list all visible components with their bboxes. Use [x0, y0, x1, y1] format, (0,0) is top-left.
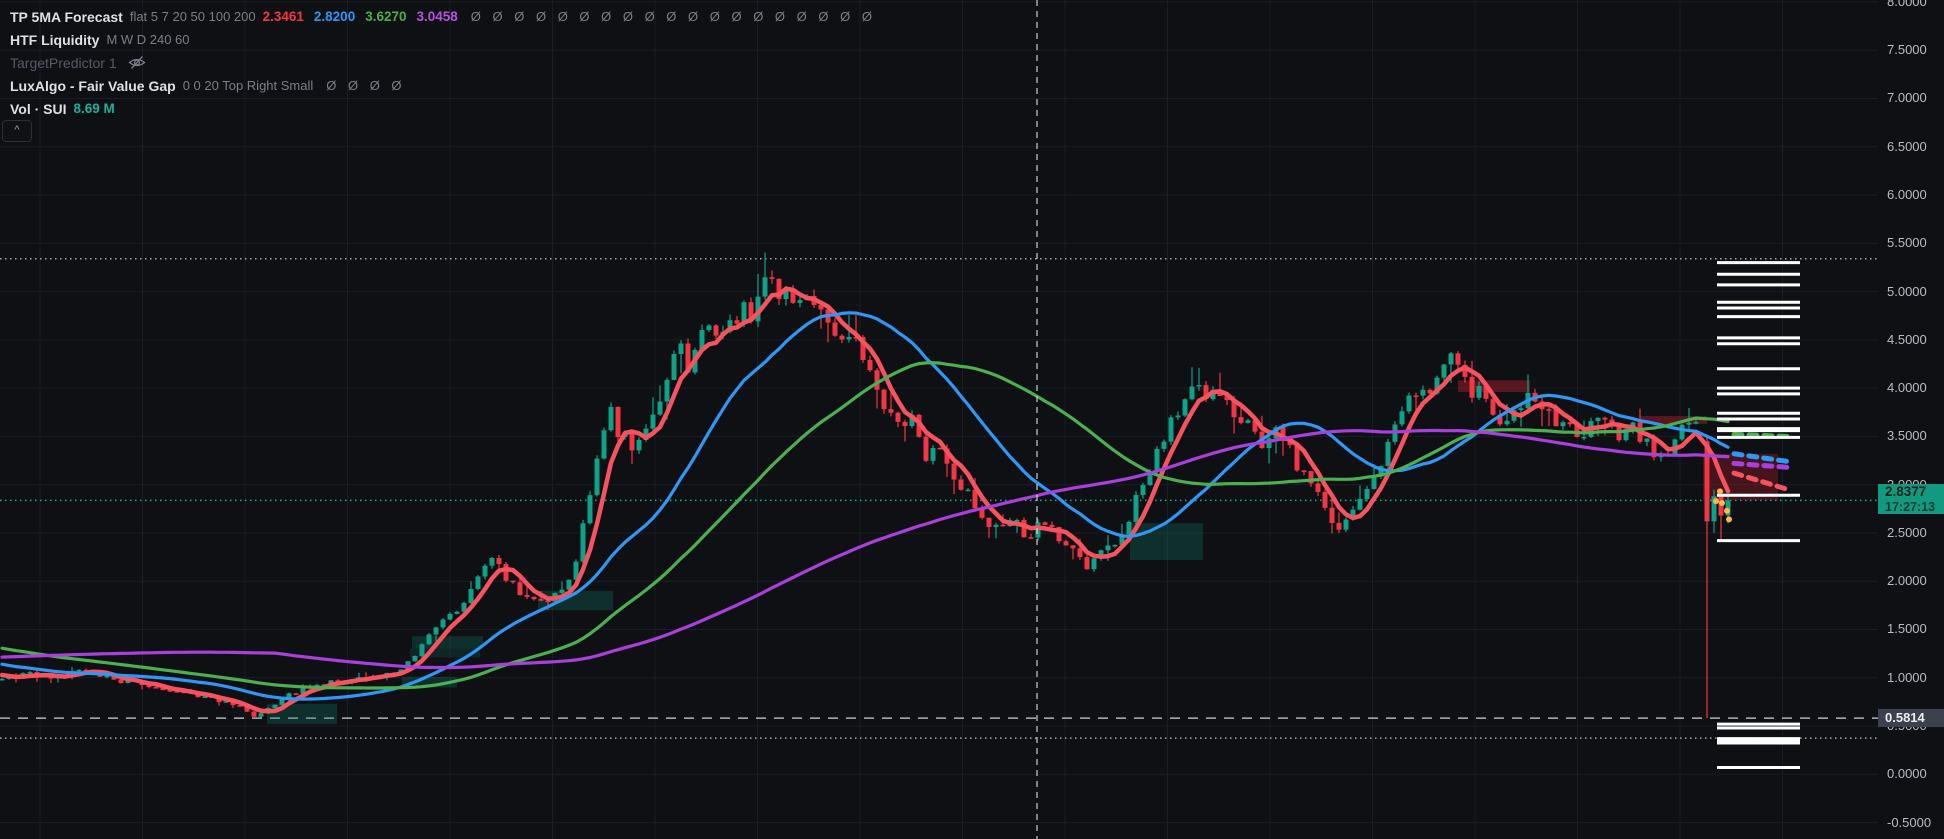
- axis-label: 7.0000: [1887, 90, 1927, 105]
- legend-row-volume[interactable]: Vol · SUI 8.69 M: [10, 97, 876, 120]
- axis-label: 3.5000: [1887, 428, 1927, 443]
- legend-row-htf-liquidity[interactable]: HTF Liquidity M W D 240 60: [10, 28, 876, 51]
- legend-row-luxalgo-fvg[interactable]: LuxAlgo - Fair Value Gap 0 0 20 Top Righ…: [10, 74, 876, 97]
- axis-label: 5.5000: [1887, 235, 1927, 250]
- indicator-params: flat 5 7 20 50 100 200: [130, 9, 256, 24]
- hidden-plot-icons: Ø Ø Ø Ø: [326, 78, 405, 93]
- forecast-value-purple: 3.0458: [417, 9, 458, 24]
- indicator-title[interactable]: Vol · SUI: [10, 101, 67, 117]
- current-price: 2.8377: [1885, 484, 1944, 500]
- ma-slow: [2, 363, 1728, 688]
- candles-layer: [0, 252, 1731, 718]
- axis-label: -0.5000: [1887, 815, 1931, 830]
- hidden-plot-icons: Ø Ø Ø Ø Ø Ø Ø Ø Ø Ø Ø Ø Ø Ø Ø Ø Ø Ø Ø: [471, 9, 876, 24]
- volume-value: 8.69 M: [74, 101, 115, 116]
- trading-chart-window: TP 5MA Forecast flat 5 7 20 50 100 200 2…: [0, 0, 1944, 839]
- axis-label: 7.5000: [1887, 42, 1927, 57]
- axis-label: 8.0000: [1887, 0, 1927, 9]
- axis-label: 2.0000: [1887, 573, 1927, 588]
- indicator-params: 0 0 20 Top Right Small: [183, 78, 314, 93]
- forecast-value-red: 2.3461: [263, 9, 304, 24]
- legend-row-tp5ma[interactable]: TP 5MA Forecast flat 5 7 20 50 100 200 2…: [10, 5, 876, 28]
- low-marker-badge: 0.5814: [1878, 709, 1944, 727]
- axis-label: 5.0000: [1887, 284, 1927, 299]
- indicator-values: 2.3461 2.8200 3.6270 3.0458: [263, 9, 458, 24]
- axis-label: 4.0000: [1887, 380, 1927, 395]
- indicator-title[interactable]: TP 5MA Forecast: [10, 9, 123, 25]
- eye-off-icon[interactable]: [128, 55, 146, 70]
- axis-label: 2.5000: [1887, 525, 1927, 540]
- price-axis[interactable]: 8.0000 7.5000 7.0000 6.5000 6.0000 5.5000 5.00…: [1878, 0, 1944, 839]
- axis-label: 1.0000: [1887, 670, 1927, 685]
- level-lines-layer: [0, 259, 1878, 738]
- indicator-title[interactable]: HTF Liquidity: [10, 32, 99, 48]
- forecast-value-blue: 2.8200: [314, 9, 355, 24]
- indicator-title[interactable]: TargetPredictor 1: [10, 55, 117, 71]
- axis-label: 6.0000: [1887, 187, 1927, 202]
- axis-label: 4.5000: [1887, 332, 1927, 347]
- axis-label: 0.0000: [1887, 766, 1927, 781]
- chart-canvas[interactable]: [0, 0, 1944, 839]
- legend-collapse-button[interactable]: ^: [2, 120, 32, 142]
- axis-label: 1.5000: [1887, 621, 1927, 636]
- legend-row-targetpredictor[interactable]: TargetPredictor 1: [10, 51, 876, 74]
- axis-label: 6.5000: [1887, 139, 1927, 154]
- forecast-value-green: 3.6270: [365, 9, 406, 24]
- indicator-params: M W D 240 60: [106, 32, 189, 47]
- indicator-title[interactable]: LuxAlgo - Fair Value Gap: [10, 78, 176, 94]
- bar-countdown: 17:27:13: [1885, 500, 1944, 514]
- ma-slowest: [2, 431, 1728, 668]
- indicator-legend: TP 5MA Forecast flat 5 7 20 50 100 200 2…: [10, 5, 876, 120]
- current-price-badge: 2.8377 17:27:13: [1878, 484, 1944, 514]
